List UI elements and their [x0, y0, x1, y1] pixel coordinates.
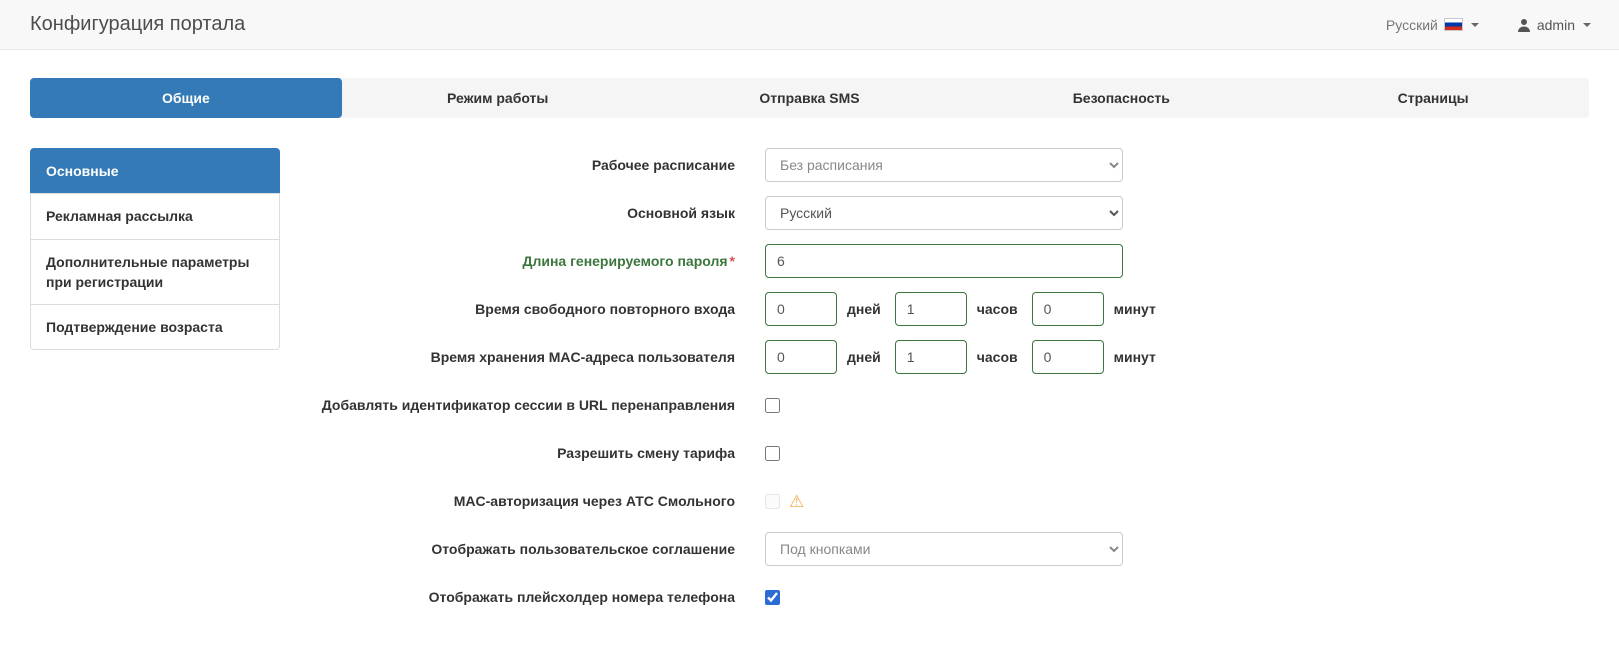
minutes-unit-label: минут — [1114, 349, 1156, 365]
chevron-down-icon — [1471, 23, 1479, 27]
user-icon — [1517, 18, 1531, 32]
session-id-url-label: Добавлять идентификатор сессии в URL пер… — [310, 395, 765, 415]
navbar-right: Русский admin — [1386, 17, 1591, 33]
user-agreement-display-select[interactable]: Под кнопками — [765, 532, 1123, 566]
sidebar-item-age-confirmation[interactable]: Подтверждение возраста — [30, 304, 280, 350]
page-title: Конфигурация портала — [30, 13, 245, 36]
form-row-mac-storage-time: Время хранения MAC-адреса пользователя д… — [310, 340, 1589, 374]
required-asterisk: * — [730, 253, 735, 269]
language-label: Русский — [1386, 17, 1438, 33]
mac-auth-ats-checkbox — [765, 494, 780, 509]
hours-unit-label: часов — [977, 301, 1018, 317]
form-row-allow-tariff-change: Разрешить смену тарифа — [310, 436, 1589, 470]
tab-pages[interactable]: Страницы — [1277, 78, 1589, 118]
hours-unit-label: часов — [977, 349, 1018, 365]
main-language-select[interactable]: Русский — [765, 196, 1123, 230]
free-reentry-hours-input[interactable] — [895, 292, 967, 326]
form-row-work-schedule: Рабочее расписание Без расписания — [310, 148, 1589, 182]
password-length-input[interactable] — [765, 244, 1123, 278]
chevron-down-icon — [1583, 23, 1591, 27]
mac-auth-ats-label: MAC-авторизация через АТС Смольного — [310, 491, 765, 511]
form-row-session-id-url: Добавлять идентификатор сессии в URL пер… — [310, 388, 1589, 422]
user-dropdown[interactable]: admin — [1517, 17, 1591, 33]
minutes-unit-label: минут — [1114, 301, 1156, 317]
tab-work-mode[interactable]: Режим работы — [342, 78, 654, 118]
mac-storage-time-label: Время хранения MAC-адреса пользователя — [310, 347, 765, 367]
days-unit-label: дней — [847, 349, 881, 365]
work-schedule-select[interactable]: Без расписания — [765, 148, 1123, 182]
settings-sidebar: Основные Рекламная рассылка Дополнительн… — [30, 148, 280, 350]
work-schedule-label: Рабочее расписание — [310, 155, 765, 175]
tab-sms-sending[interactable]: Отправка SMS — [654, 78, 966, 118]
user-agreement-display-label: Отображать пользовательское соглашение — [310, 539, 765, 559]
sidebar-item-ad-mailing[interactable]: Рекламная рассылка — [30, 193, 280, 239]
settings-form: Рабочее расписание Без расписания Основн… — [280, 148, 1589, 628]
form-row-main-language: Основной язык Русский — [310, 196, 1589, 230]
sidebar-item-main[interactable]: Основные — [30, 148, 280, 194]
free-reentry-minutes-input[interactable] — [1032, 292, 1104, 326]
tab-bar: Общие Режим работы Отправка SMS Безопасн… — [30, 78, 1589, 118]
main-language-label: Основной язык — [310, 203, 765, 223]
mac-storage-minutes-input[interactable] — [1032, 340, 1104, 374]
allow-tariff-change-checkbox[interactable] — [765, 446, 780, 461]
password-length-label: Длина генерируемого пароля* — [310, 251, 765, 271]
mac-storage-hours-input[interactable] — [895, 340, 967, 374]
russian-flag-icon — [1444, 18, 1463, 31]
mac-storage-days-input[interactable] — [765, 340, 837, 374]
allow-tariff-change-label: Разрешить смену тарифа — [310, 443, 765, 463]
top-navbar: Конфигурация портала Русский admin — [0, 0, 1619, 50]
warning-icon: ⚠ — [789, 493, 804, 510]
session-id-url-checkbox[interactable] — [765, 398, 780, 413]
days-unit-label: дней — [847, 301, 881, 317]
free-reentry-time-label: Время свободного повторного входа — [310, 299, 765, 319]
tab-security[interactable]: Безопасность — [965, 78, 1277, 118]
phone-placeholder-checkbox[interactable] — [765, 590, 780, 605]
phone-placeholder-label: Отображать плейсхолдер номера телефона — [310, 587, 765, 607]
form-row-user-agreement-display: Отображать пользовательское соглашение П… — [310, 532, 1589, 566]
form-row-mac-auth-ats: MAC-авторизация через АТС Смольного ⚠ — [310, 484, 1589, 518]
language-dropdown[interactable]: Русский — [1386, 17, 1479, 33]
sidebar-item-extra-registration-params[interactable]: Дополнительные параметры при регистрации — [30, 239, 280, 306]
user-label: admin — [1537, 17, 1575, 33]
form-row-password-length: Длина генерируемого пароля* — [310, 244, 1589, 278]
tab-general[interactable]: Общие — [30, 78, 342, 118]
form-row-free-reentry-time: Время свободного повторного входа дней ч… — [310, 292, 1589, 326]
form-row-phone-placeholder: Отображать плейсхолдер номера телефона — [310, 580, 1589, 614]
free-reentry-days-input[interactable] — [765, 292, 837, 326]
